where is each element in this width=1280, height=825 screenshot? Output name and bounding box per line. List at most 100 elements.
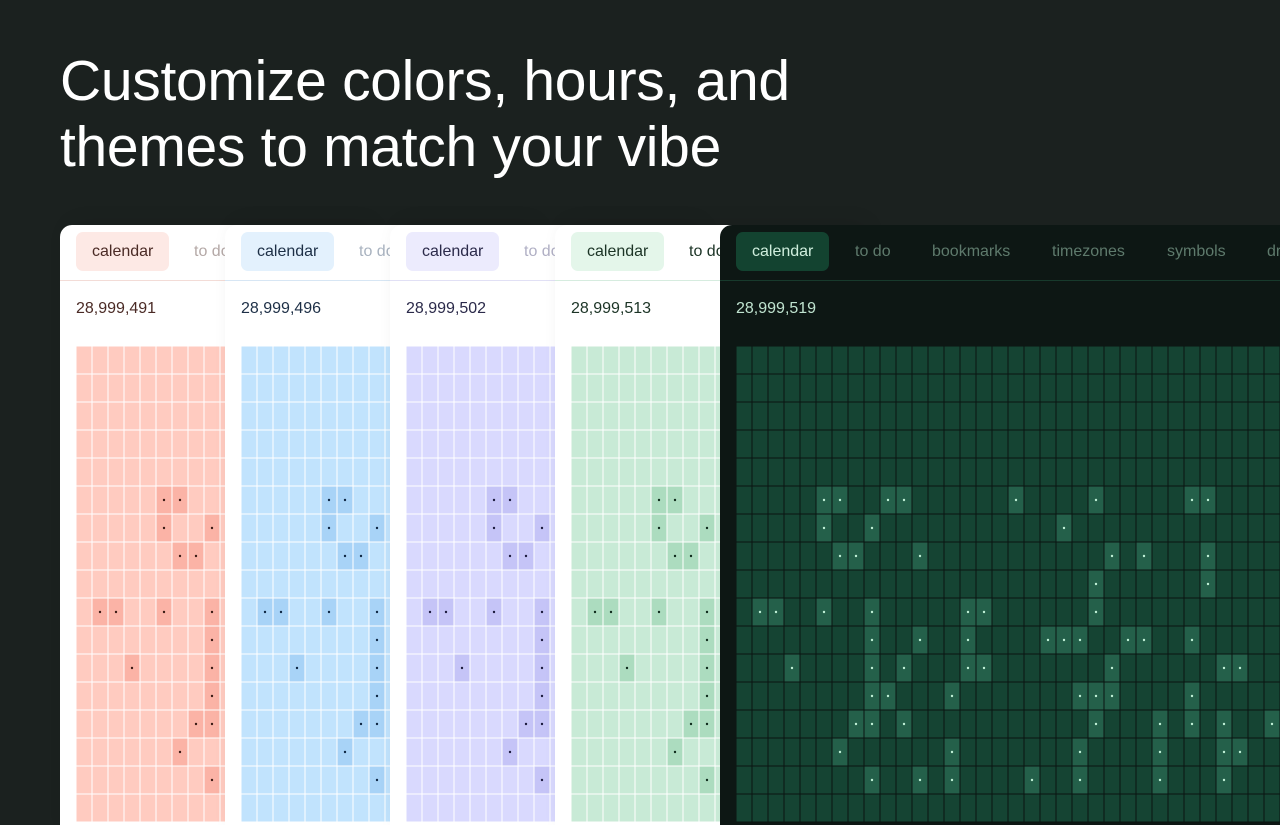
tab-calendar[interactable]: calendar [406, 232, 500, 271]
event-dot [673, 498, 677, 502]
event-dot [1046, 638, 1050, 642]
theme-panel-forest-dark: calendar to do bookmarks timezones symbo… [720, 225, 1280, 825]
event-dot [1270, 722, 1274, 726]
event-dot [902, 666, 906, 670]
event-dot [870, 722, 874, 726]
event-dot [375, 610, 379, 614]
event-dot [178, 554, 182, 558]
event-dot [1078, 694, 1082, 698]
event-dot [492, 498, 496, 502]
event-dot [1030, 778, 1034, 782]
event-dot [870, 778, 874, 782]
event-dot [886, 694, 890, 698]
event-dot [327, 498, 331, 502]
event-dot [1094, 694, 1098, 698]
event-dot [540, 722, 544, 726]
event-dot [822, 526, 826, 530]
tab-calendar[interactable]: calendar [571, 232, 665, 271]
event-dot [966, 638, 970, 642]
event-dot [689, 722, 693, 726]
tab-calendar[interactable]: calendar [76, 232, 170, 271]
event-dot [375, 694, 379, 698]
event-dot [1158, 778, 1162, 782]
event-dot [343, 750, 347, 754]
event-dot [758, 610, 762, 614]
event-dot [327, 526, 331, 530]
event-count: 28,999,496 [241, 300, 322, 317]
event-dot [194, 554, 198, 558]
event-dot [210, 694, 214, 698]
event-dot [1094, 582, 1098, 586]
event-dot [263, 610, 267, 614]
event-dot [886, 498, 890, 502]
event-dot [98, 610, 102, 614]
event-dot [1094, 610, 1098, 614]
headline-line-1: Customize colors, hours, and [60, 49, 790, 113]
event-dot [343, 554, 347, 558]
tab-bookmarks[interactable]: bookmarks [928, 232, 1014, 271]
event-dot [705, 778, 709, 782]
event-dot [1190, 694, 1194, 698]
event-dot [162, 526, 166, 530]
event-dot [705, 526, 709, 530]
event-dot [540, 610, 544, 614]
event-dot [1206, 582, 1210, 586]
event-dot [705, 694, 709, 698]
event-dot [210, 778, 214, 782]
event-dot [540, 638, 544, 642]
event-dot [822, 610, 826, 614]
event-dot [210, 722, 214, 726]
event-dot [902, 722, 906, 726]
event-dot [1206, 554, 1210, 558]
event-dot [609, 610, 613, 614]
event-dot [625, 666, 629, 670]
tab-dr[interactable]: dr [1263, 232, 1280, 271]
tab-calendar[interactable]: calendar [736, 232, 830, 271]
event-dot [375, 778, 379, 782]
event-dot [130, 666, 134, 670]
event-dot [918, 554, 922, 558]
event-dot [1078, 778, 1082, 782]
event-dot [375, 526, 379, 530]
tab-symbols[interactable]: symbols [1163, 232, 1230, 271]
event-dot [375, 722, 379, 726]
event-dot [918, 778, 922, 782]
event-dot [593, 610, 597, 614]
calendar-grid [736, 346, 1280, 823]
tab-bar: calendar to do bookmarks timezones symbo… [720, 225, 1280, 281]
event-dot [327, 610, 331, 614]
event-dot [162, 610, 166, 614]
event-count: 28,999,502 [406, 300, 487, 317]
event-dot [178, 498, 182, 502]
event-dot [1222, 778, 1226, 782]
event-dot [194, 722, 198, 726]
event-dot [492, 610, 496, 614]
event-dot [790, 666, 794, 670]
event-dot [870, 610, 874, 614]
event-dot [540, 526, 544, 530]
tab-timezones[interactable]: timezones [1048, 232, 1129, 271]
event-dot [657, 498, 661, 502]
event-dot [982, 666, 986, 670]
headline: Customize colors, hours, and themes to m… [60, 48, 790, 180]
event-dot [1110, 554, 1114, 558]
event-dot [1062, 638, 1066, 642]
event-dot [950, 778, 954, 782]
tab-to-do[interactable]: to do [851, 232, 895, 271]
event-dot [1078, 638, 1082, 642]
event-dot [1238, 750, 1242, 754]
event-dot [1222, 666, 1226, 670]
event-dot [950, 750, 954, 754]
event-dot [1142, 554, 1146, 558]
event-dot [673, 750, 677, 754]
event-dot [210, 610, 214, 614]
event-dot [1238, 666, 1242, 670]
event-dot [359, 722, 363, 726]
event-dot [854, 722, 858, 726]
event-dot [838, 554, 842, 558]
event-dot [1094, 498, 1098, 502]
event-dot [210, 638, 214, 642]
event-dot [1062, 526, 1066, 530]
tab-calendar[interactable]: calendar [241, 232, 335, 271]
event-dot [114, 610, 118, 614]
